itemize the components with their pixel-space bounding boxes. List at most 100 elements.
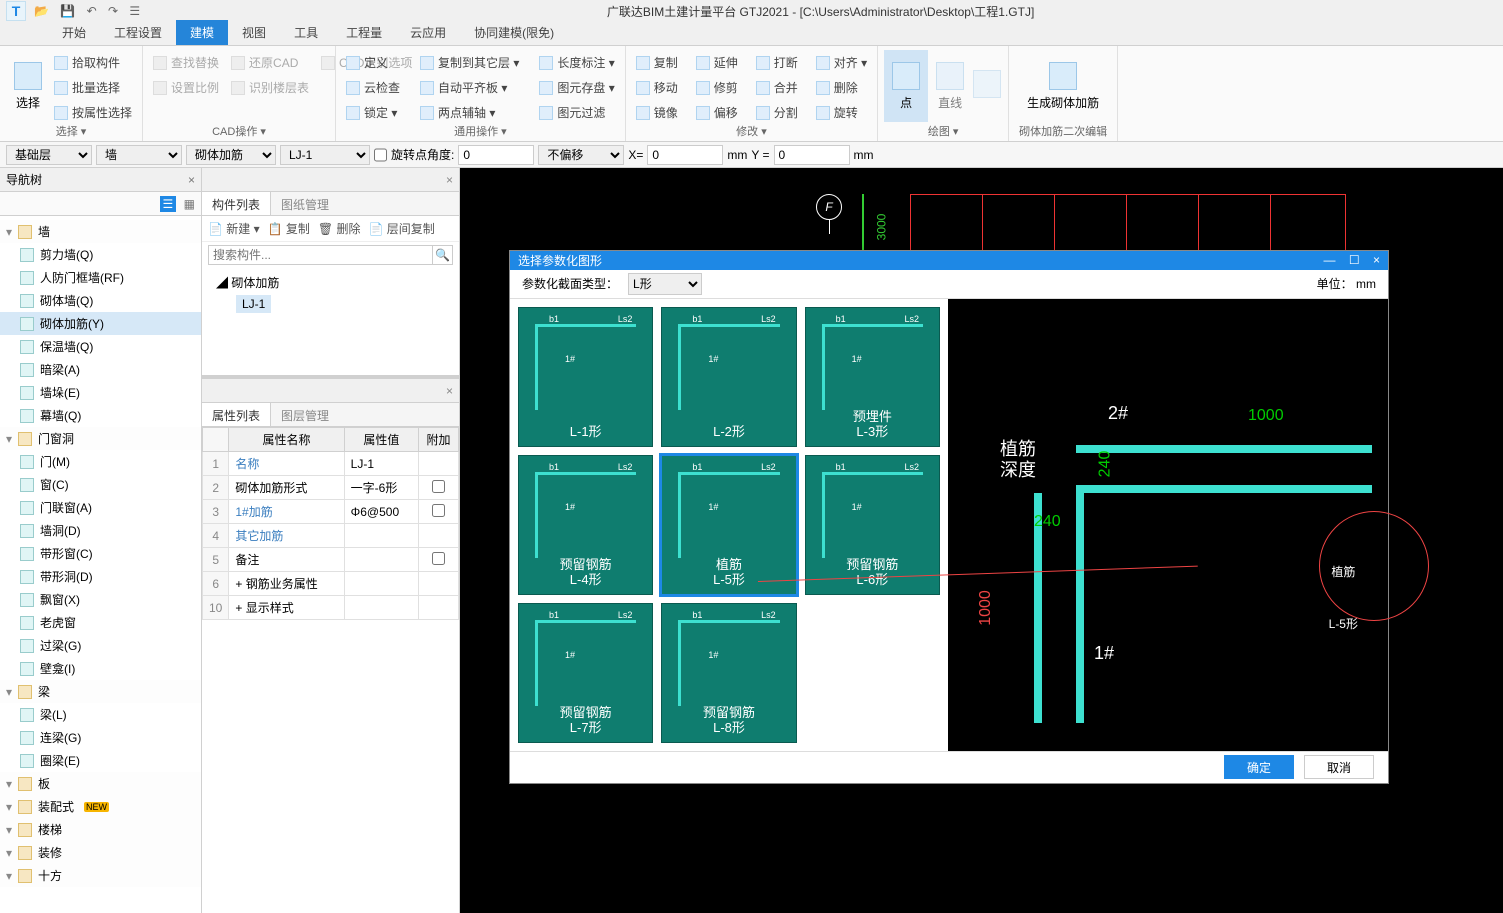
tree-item[interactable]: 带形窗(C) bbox=[0, 542, 201, 565]
tree-item[interactable]: 砌体墙(Q) bbox=[0, 289, 201, 312]
floor-select[interactable]: 基础层 bbox=[6, 145, 92, 165]
ribbon-btn[interactable]: 图元存盘 ▾ bbox=[535, 77, 618, 98]
prop-checkbox[interactable] bbox=[432, 504, 445, 517]
qat-save-icon[interactable]: 💾 bbox=[60, 4, 75, 18]
shape-thumb-5[interactable]: b1Ls21#植筋 L-5形 bbox=[661, 455, 796, 595]
close-icon[interactable]: × bbox=[188, 173, 195, 187]
tree-item[interactable]: 连梁(G) bbox=[0, 726, 201, 749]
toolbar-btn[interactable]: 📄 层间复制 bbox=[369, 220, 435, 237]
search-input[interactable] bbox=[208, 245, 433, 265]
draw-line-button[interactable]: 直线 bbox=[928, 50, 972, 122]
tree-category[interactable]: ▾门窗洞 bbox=[0, 427, 201, 450]
ribbon-btn[interactable]: 云检查 bbox=[342, 77, 404, 98]
tree-item[interactable]: 梁(L) bbox=[0, 703, 201, 726]
offset-y-input[interactable] bbox=[774, 145, 850, 165]
rotate-checkbox[interactable] bbox=[374, 145, 387, 165]
tree-item[interactable]: 飘窗(X) bbox=[0, 588, 201, 611]
ribbon-tab-4[interactable]: 工具 bbox=[280, 20, 332, 45]
ribbon-tab-6[interactable]: 云应用 bbox=[396, 20, 460, 45]
list-view-icon[interactable]: ☰ bbox=[160, 196, 177, 212]
tree-item[interactable]: 门(M) bbox=[0, 450, 201, 473]
prop-checkbox[interactable] bbox=[432, 552, 445, 565]
tree-category[interactable]: ▾墙 bbox=[0, 220, 201, 243]
toolbar-btn[interactable]: 📄 新建 ▾ bbox=[208, 220, 260, 237]
property-row[interactable]: 10+ 显示样式 bbox=[203, 596, 459, 620]
ribbon-tab-1[interactable]: 工程设置 bbox=[100, 20, 176, 45]
maximize-icon[interactable]: ☐ bbox=[1349, 253, 1360, 267]
minimize-icon[interactable]: — bbox=[1324, 253, 1336, 267]
tree-child-selected[interactable]: LJ-1 bbox=[236, 295, 271, 313]
ribbon-btn[interactable]: 偏移 bbox=[692, 102, 742, 123]
ribbon-btn[interactable]: 打断 bbox=[752, 52, 802, 73]
ribbon-btn[interactable]: 图元过滤 bbox=[535, 102, 618, 123]
tree-category[interactable]: ▾装修 bbox=[0, 841, 201, 864]
panel-tab[interactable]: 构件列表 bbox=[202, 192, 271, 215]
tree-item[interactable]: 带形洞(D) bbox=[0, 565, 201, 588]
ribbon-btn[interactable]: 移动 bbox=[632, 77, 682, 98]
property-row[interactable]: 6+ 钢筋业务属性 bbox=[203, 572, 459, 596]
qat-more-icon[interactable]: ☰ bbox=[129, 4, 140, 18]
tree-item[interactable]: 墙垛(E) bbox=[0, 381, 201, 404]
rotate-input[interactable] bbox=[458, 145, 534, 165]
shape-thumb-6[interactable]: b1Ls21#预留钢筋 L-6形 bbox=[805, 455, 940, 595]
group-label[interactable]: 选择 ▾ bbox=[0, 123, 142, 139]
offset-x-input[interactable] bbox=[647, 145, 723, 165]
shape-thumb-7[interactable]: b1Ls21#预留钢筋 L-7形 bbox=[518, 603, 653, 743]
ribbon-btn[interactable]: 复制到其它层 ▾ bbox=[416, 52, 523, 73]
toolbar-btn[interactable]: 🗑 删除 bbox=[318, 220, 361, 237]
tree-item[interactable]: 墙洞(D) bbox=[0, 519, 201, 542]
ribbon-btn[interactable]: 延伸 bbox=[692, 52, 742, 73]
tree-item[interactable]: 窗(C) bbox=[0, 473, 201, 496]
shape-thumb-1[interactable]: b1Ls21#L-1形 bbox=[518, 307, 653, 447]
component-select[interactable]: LJ-1 bbox=[280, 145, 370, 165]
draw-more-button[interactable] bbox=[972, 50, 1002, 122]
ribbon-btn[interactable]: 修剪 bbox=[692, 77, 742, 98]
ribbon-tab-5[interactable]: 工程量 bbox=[332, 20, 396, 45]
panel-tab[interactable]: 图层管理 bbox=[271, 403, 339, 426]
tree-category[interactable]: ▾十方 bbox=[0, 864, 201, 887]
tree-item[interactable]: 老虎窗 bbox=[0, 611, 201, 634]
qat-redo-icon[interactable]: ↷ bbox=[108, 4, 118, 18]
qat-open-icon[interactable]: 📂 bbox=[34, 4, 49, 18]
shape-thumb-8[interactable]: b1Ls21#预留钢筋 L-8形 bbox=[661, 603, 796, 743]
tree-item[interactable]: 圈梁(E) bbox=[0, 749, 201, 772]
close-icon[interactable]: × bbox=[1373, 253, 1380, 267]
select-button[interactable]: 选择 bbox=[6, 50, 50, 122]
search-icon[interactable]: 🔍 bbox=[433, 245, 453, 265]
tree-item[interactable]: 砌体加筋(Y) bbox=[0, 312, 201, 335]
ribbon-tab-7[interactable]: 协同建模(限免) bbox=[460, 20, 568, 45]
shape-thumb-3[interactable]: b1Ls21#预埋件 L-3形 bbox=[805, 307, 940, 447]
pv-dim-h[interactable]: 240 bbox=[1096, 450, 1114, 477]
ribbon-btn[interactable]: 自动平齐板 ▾ bbox=[416, 77, 523, 98]
tree-parent[interactable]: ◢ 砌体加筋 bbox=[212, 272, 449, 293]
offset-select[interactable]: 不偏移 bbox=[538, 145, 624, 165]
property-row[interactable]: 31#加筋Φ6@500 bbox=[203, 500, 459, 524]
ribbon-btn[interactable]: 旋转 bbox=[812, 102, 871, 123]
ribbon-btn[interactable]: 两点辅轴 ▾ bbox=[416, 102, 523, 123]
tree-category[interactable]: ▾板 bbox=[0, 772, 201, 795]
pv-dim-top[interactable]: 1000 bbox=[1248, 407, 1284, 425]
tree-item[interactable]: 保温墙(Q) bbox=[0, 335, 201, 358]
tree-item[interactable]: 剪力墙(Q) bbox=[0, 243, 201, 266]
ribbon-btn[interactable]: 分割 bbox=[752, 102, 802, 123]
tree-category[interactable]: ▾楼梯 bbox=[0, 818, 201, 841]
ok-button[interactable]: 确定 bbox=[1224, 755, 1294, 779]
tree-item[interactable]: 人防门框墙(RF) bbox=[0, 266, 201, 289]
pv-dim-left[interactable]: 1000 bbox=[977, 590, 995, 626]
property-row[interactable]: 5备注 bbox=[203, 548, 459, 572]
category-select[interactable]: 墙 bbox=[96, 145, 182, 165]
ribbon-btn[interactable]: 定义 bbox=[342, 52, 404, 73]
property-row[interactable]: 4其它加筋 bbox=[203, 524, 459, 548]
ribbon-tab-0[interactable]: 开始 bbox=[48, 20, 100, 45]
qat-undo-icon[interactable]: ↶ bbox=[87, 4, 97, 18]
ribbon-btn[interactable]: 镜像 bbox=[632, 102, 682, 123]
close-icon[interactable]: × bbox=[446, 384, 453, 398]
tree-item[interactable]: 壁龛(I) bbox=[0, 657, 201, 680]
tree-item[interactable]: 暗梁(A) bbox=[0, 358, 201, 381]
ribbon-btn[interactable]: 锁定 ▾ bbox=[342, 102, 404, 123]
tree-category[interactable]: ▾装配式 bbox=[0, 795, 201, 818]
ribbon-btn[interactable]: 拾取构件 bbox=[50, 52, 136, 73]
property-row[interactable]: 2砌体加筋形式一字-6形 bbox=[203, 476, 459, 500]
ribbon-btn[interactable]: 对齐 ▾ bbox=[812, 52, 871, 73]
draw-point-button[interactable]: 点 bbox=[884, 50, 928, 122]
